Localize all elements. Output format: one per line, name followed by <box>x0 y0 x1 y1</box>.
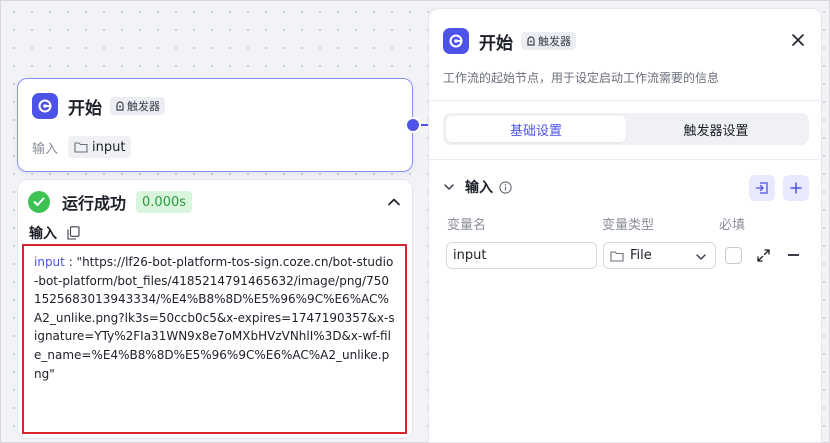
run-result-header: 运行成功 0.000s <box>28 190 193 214</box>
folder-icon <box>610 250 624 262</box>
start-node-input-row: 输入 input <box>32 136 132 158</box>
panel-title: 开始 <box>479 33 513 54</box>
input-variable-name: input <box>92 139 126 155</box>
expand-icon[interactable] <box>757 249 770 262</box>
chevron-down-icon[interactable] <box>443 181 455 193</box>
panel-trigger-badge-icon <box>527 36 535 46</box>
variable-name-input[interactable]: input <box>446 242 597 269</box>
start-node-logo-icon <box>32 93 58 119</box>
panel-trigger-badge: 触发器 <box>521 32 576 50</box>
start-node-header: 开始 触发器 <box>32 93 165 119</box>
json-key: input <box>34 255 65 269</box>
panel-description: 工作流的起始节点，用于设定启动工作流需要的信息 <box>443 71 720 85</box>
input-variable-tag: input <box>68 136 132 158</box>
input-json-viewer: input : "https://lf26-bot-platform-tos-s… <box>22 244 407 434</box>
start-node-title: 开始 <box>68 98 102 119</box>
output-port[interactable] <box>405 117 421 133</box>
trigger-badge-label: 触发器 <box>127 100 160 113</box>
result-input-label: 输入 <box>29 226 57 242</box>
trigger-badge-icon <box>116 101 124 111</box>
input-section-actions <box>741 175 809 201</box>
success-check-icon <box>28 191 50 213</box>
col-required: 必填 <box>719 218 746 233</box>
chevron-down-icon <box>696 254 706 260</box>
node-config-panel: 开始 触发器 工作流的起始节点，用于设定启动工作流需要的信息 基础设置 触发器设… <box>428 8 822 443</box>
copy-icon[interactable] <box>67 226 80 240</box>
trigger-badge: 触发器 <box>110 97 165 115</box>
import-icon <box>755 182 768 194</box>
section-divider <box>429 159 821 160</box>
close-icon[interactable] <box>791 33 805 47</box>
panel-trigger-badge-label: 触发器 <box>538 35 571 48</box>
remove-variable-button[interactable] <box>788 254 799 256</box>
col-variable-type: 变量类型 <box>602 218 655 233</box>
start-node[interactable]: 开始 触发器 输入 input <box>17 78 413 172</box>
panel-header: 开始 触发器 <box>443 28 576 54</box>
folder-icon <box>74 142 88 153</box>
run-status-text: 运行成功 <box>62 194 127 213</box>
json-value: "https://lf26-bot-platform-tos-sign.coze… <box>34 255 395 381</box>
plus-icon <box>790 182 802 194</box>
import-button[interactable] <box>749 175 775 201</box>
col-variable-name: 变量名 <box>447 218 487 233</box>
input-section-header[interactable]: 输入 <box>443 177 512 197</box>
tab-trigger-settings[interactable]: 触发器设置 <box>626 116 806 142</box>
required-checkbox[interactable] <box>725 247 742 264</box>
settings-tabs: 基础设置 触发器设置 <box>443 113 809 145</box>
run-time-badge: 0.000s <box>136 191 193 213</box>
add-variable-button[interactable] <box>783 175 809 201</box>
info-icon[interactable] <box>499 180 512 194</box>
panel-logo-icon <box>443 28 469 54</box>
variable-type-value: File <box>630 248 652 263</box>
chevron-up-icon[interactable] <box>386 194 402 210</box>
run-result-panel: 运行成功 0.000s 输入 input : "https://lf26-bot… <box>17 179 413 439</box>
result-input-header: 输入 <box>29 223 80 243</box>
input-section-title: 输入 <box>465 180 493 196</box>
start-node-input-label: 输入 <box>32 141 59 157</box>
panel-divider <box>429 100 821 101</box>
tab-basic-settings[interactable]: 基础设置 <box>446 116 626 142</box>
variable-type-select[interactable]: File <box>603 242 716 269</box>
json-separator: : <box>64 255 77 269</box>
